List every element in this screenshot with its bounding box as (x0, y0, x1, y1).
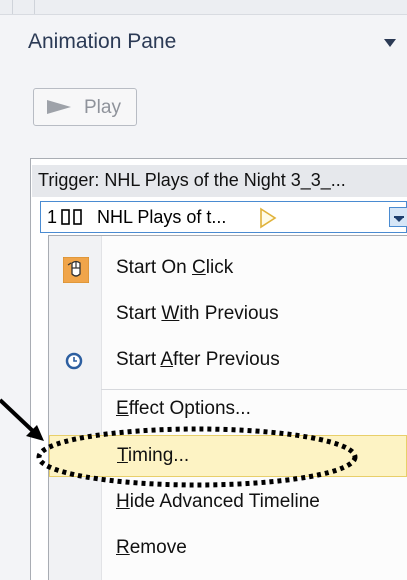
annotation-overlay (0, 398, 358, 488)
animation-pane: Animation Pane Play Trigger: NHL Plays o… (0, 0, 407, 580)
annotation-arrow-shaft (0, 398, 38, 436)
highlight-ellipse (36, 426, 358, 488)
